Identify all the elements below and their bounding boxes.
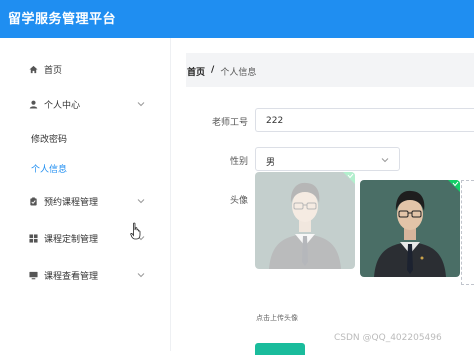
home-icon	[29, 65, 38, 74]
breadcrumb: 首页 / 个人信息	[187, 65, 256, 78]
gender-select[interactable]: 男	[255, 147, 400, 171]
sidebar-item-label: 课程查看管理	[44, 271, 99, 282]
sidebar-item-course-custom[interactable]: 课程定制管理	[0, 226, 170, 250]
monitor-icon	[29, 271, 38, 280]
app-title: 留学服务管理平台	[8, 12, 117, 27]
sidebar-item-home[interactable]: 首页	[0, 57, 170, 81]
teacher-no-label: 老师工号	[211, 118, 248, 128]
chevron-down-icon	[381, 156, 389, 164]
avatar-image[interactable]	[360, 180, 460, 277]
chevron-down-icon	[137, 100, 145, 108]
hand-cursor-icon	[130, 222, 142, 240]
sidebar-item-personal-center[interactable]: 个人中心	[0, 92, 170, 116]
gender-value: 男	[266, 158, 276, 168]
sidebar-item-label: 课程定制管理	[44, 234, 99, 245]
sidebar-subitem-label: 个人信息	[31, 164, 68, 175]
breadcrumb-current: 个人信息	[220, 68, 257, 78]
submit-button[interactable]	[255, 343, 305, 355]
teacher-no-field[interactable]: 222	[255, 108, 474, 132]
gender-label: 性别	[229, 157, 248, 167]
sidebar-subitem-personal-info[interactable]: 个人信息	[0, 157, 170, 179]
grid-icon	[29, 233, 38, 243]
chevron-down-icon	[137, 271, 145, 279]
watermark: CSDN @QQ_402205496	[334, 333, 442, 343]
sidebar-item-label: 首页	[44, 65, 63, 76]
sidebar-item-label: 个人中心	[44, 100, 81, 111]
chevron-down-icon	[137, 197, 145, 205]
top-bar: 留学服务管理平台	[0, 0, 474, 38]
sidebar-subitem-label: 修改密码	[31, 134, 68, 145]
breadcrumb-home[interactable]: 首页	[187, 65, 205, 78]
sidebar-subitem-change-password[interactable]: 修改密码	[0, 127, 170, 149]
sidebar-item-course-view[interactable]: 课程查看管理	[0, 263, 170, 287]
upload-hint: 点击上传头像	[256, 314, 298, 322]
breadcrumb-separator: /	[211, 65, 215, 75]
clipboard-icon	[29, 196, 38, 206]
sidebar-item-label: 预约课程管理	[44, 197, 99, 208]
avatar-label: 头像	[229, 196, 248, 206]
user-icon	[29, 100, 38, 109]
avatar-preview-faded	[255, 172, 355, 269]
avatar-upload-area[interactable]	[461, 180, 474, 285]
sidebar-item-booking-course[interactable]: 预约课程管理	[0, 189, 170, 213]
